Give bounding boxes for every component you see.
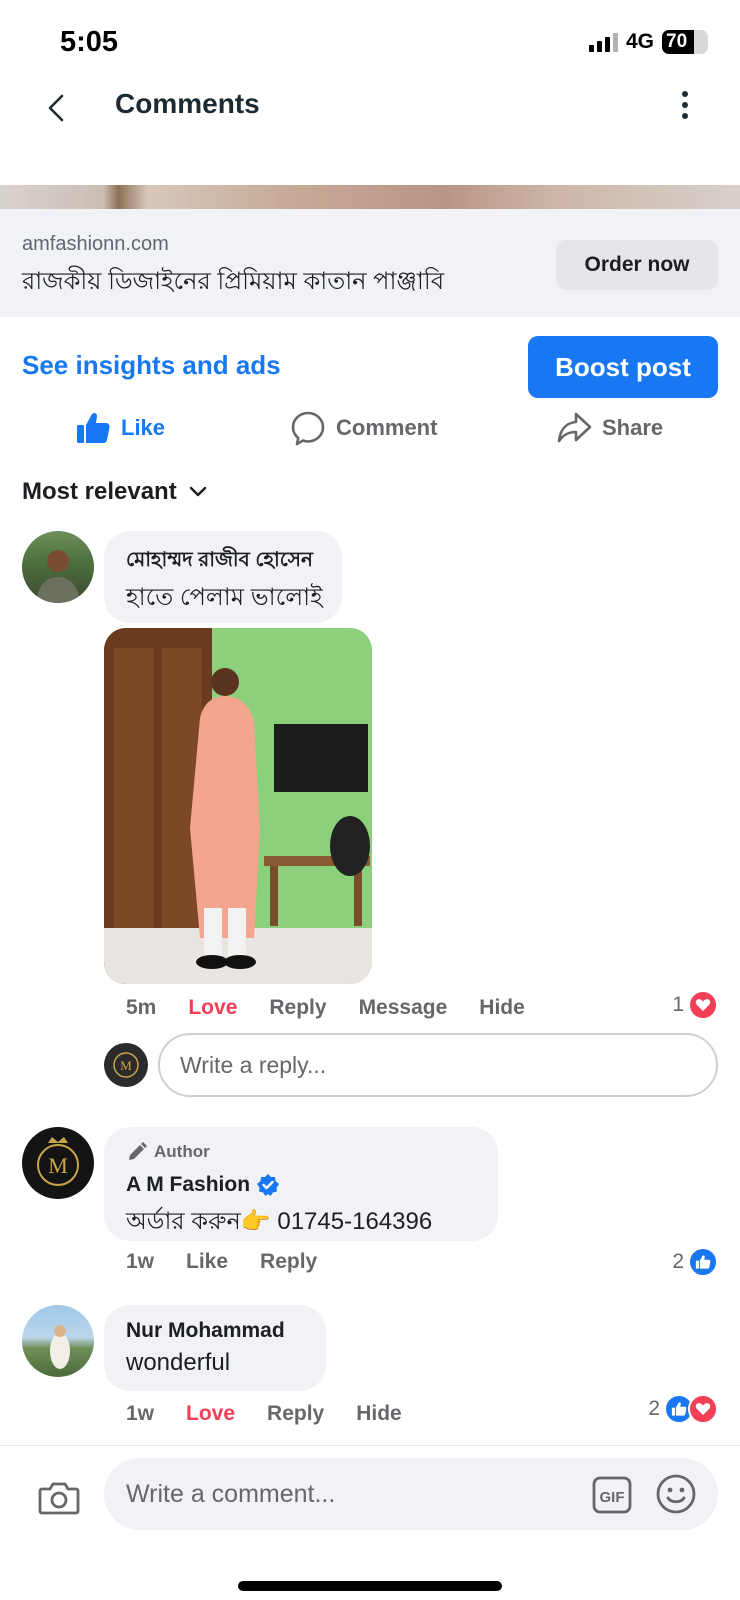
like-icon <box>77 412 110 443</box>
comment-time: 1w <box>126 1402 155 1425</box>
header: Comments <box>0 80 740 144</box>
signal-icon <box>588 32 618 52</box>
reply-input[interactable]: Write a reply... <box>158 1033 718 1097</box>
share-button[interactable]: Share <box>556 410 663 446</box>
reaction-count-value: 1 <box>672 993 684 1016</box>
hide-button[interactable]: Hide <box>479 996 525 1020</box>
author-badge: Author <box>126 1141 210 1163</box>
love-button[interactable]: Love <box>188 996 237 1020</box>
avatar[interactable]: M <box>22 1127 94 1199</box>
page-title: Comments <box>115 88 260 119</box>
comment-time: 1w <box>126 1250 155 1273</box>
post-actions: Like Comment Share <box>0 410 740 460</box>
ad-title: রাজকীয় ডিজাইনের প্রিমিয়াম কাতান পাঞ্জা… <box>22 268 445 295</box>
comment-icon <box>291 411 325 446</box>
reaction-count-value: 2 <box>672 1250 684 1273</box>
share-icon <box>557 412 592 443</box>
comment-button[interactable]: Comment <box>290 410 437 446</box>
ad-link-card[interactable]: amfashionn.com রাজকীয় ডিজাইনের প্রিমিয়… <box>0 209 740 317</box>
more-options-icon[interactable] <box>680 90 690 120</box>
heart-icon <box>688 990 718 1020</box>
battery-level: 70 <box>666 31 688 52</box>
avatar[interactable] <box>22 531 94 603</box>
camera-icon[interactable] <box>38 1480 80 1521</box>
chevron-down-icon <box>189 486 206 497</box>
network-type: 4G <box>625 30 654 53</box>
share-label: Share <box>602 415 664 440</box>
like-button[interactable]: Like <box>75 410 165 446</box>
like-comment-button[interactable]: Like <box>186 1250 228 1274</box>
reaction-count[interactable]: 1 <box>672 990 718 1020</box>
page-avatar: M <box>104 1043 148 1087</box>
like-reaction-icon <box>688 1247 718 1277</box>
comment-label: Comment <box>336 415 438 440</box>
status-bar: 5:05 4G 70 <box>0 0 740 80</box>
comment-photo[interactable] <box>104 628 372 984</box>
like-label: Like <box>121 415 166 440</box>
pen-icon <box>129 1142 147 1160</box>
avatar[interactable] <box>22 1305 94 1377</box>
comment-bubble: Author A M Fashion অর্ডার করুন👉 01745-16… <box>104 1127 498 1241</box>
comment-composer: Write a comment... GIF <box>0 1445 740 1600</box>
comment-text: হাতে পেলাম ভালোই <box>126 584 323 611</box>
sort-dropdown[interactable]: Most relevant <box>22 478 207 506</box>
reaction-count-value: 2 <box>648 1397 660 1420</box>
status-time: 5:05 <box>60 26 119 58</box>
logo-text: M <box>48 1153 68 1178</box>
comment-bubble: মোহাম্মদ রাজীব হোসেন হাতে পেলাম ভালোই <box>104 531 342 623</box>
home-indicator <box>238 1581 502 1591</box>
comment-meta: 5m Love Reply Message Hide <box>126 996 557 1020</box>
see-insights-link[interactable]: See insights and ads <box>22 350 281 381</box>
verified-badge-icon <box>257 1174 280 1196</box>
svg-text:GIF: GIF <box>600 1489 625 1506</box>
reaction-count[interactable]: 2 <box>672 1247 718 1277</box>
heart-icon <box>688 1394 718 1424</box>
author-badge-label: Author <box>154 1142 210 1161</box>
comment-text: wonderful <box>126 1349 231 1376</box>
back-icon[interactable] <box>38 88 78 128</box>
love-button[interactable]: Love <box>186 1402 235 1426</box>
comment-author[interactable]: Nur Mohammad <box>126 1319 285 1343</box>
comment-meta: 1w Like Reply <box>126 1250 349 1274</box>
comment-time: 5m <box>126 996 157 1019</box>
comment-bubble: Nur Mohammad wonderful <box>104 1305 326 1391</box>
comment-author-row: A M Fashion <box>126 1173 280 1197</box>
comment-text: অর্ডার করুন👉 01745-164396 <box>126 1208 433 1235</box>
comment-meta: 1w Love Reply Hide <box>126 1402 434 1426</box>
reply-button[interactable]: Reply <box>269 996 326 1020</box>
logo-text: M <box>120 1058 132 1073</box>
ad-domain: amfashionn.com <box>22 233 169 255</box>
reaction-count[interactable]: 2 <box>648 1394 718 1424</box>
hide-button[interactable]: Hide <box>356 1402 402 1426</box>
emoji-icon[interactable] <box>655 1473 697 1520</box>
comment-author[interactable]: মোহাম্মদ রাজীব হোসেন <box>126 545 313 578</box>
reply-button[interactable]: Reply <box>267 1402 324 1426</box>
battery-icon: 70 <box>662 30 708 54</box>
status-indicators: 4G 70 <box>588 30 708 54</box>
boost-post-button[interactable]: Boost post <box>528 336 718 398</box>
gif-icon[interactable]: GIF <box>592 1476 632 1519</box>
order-now-button[interactable]: Order now <box>556 240 718 290</box>
reply-button[interactable]: Reply <box>260 1250 317 1274</box>
message-button[interactable]: Message <box>359 996 448 1020</box>
post-image[interactable] <box>0 185 740 209</box>
sort-label: Most relevant <box>22 478 177 505</box>
comment-author[interactable]: A M Fashion <box>126 1173 250 1197</box>
